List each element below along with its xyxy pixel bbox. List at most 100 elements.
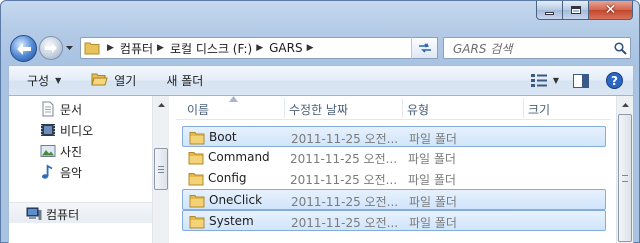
breadcrumb-arrow-icon[interactable]: ▶ bbox=[107, 43, 114, 53]
back-arrow-icon bbox=[16, 42, 31, 55]
forward-button[interactable] bbox=[39, 36, 63, 60]
column-divider[interactable] bbox=[284, 98, 285, 118]
folder-icon bbox=[189, 193, 205, 208]
folder-icon bbox=[188, 150, 204, 165]
video-icon bbox=[40, 122, 56, 138]
file-type: 파일 폴더 bbox=[408, 152, 456, 166]
file-row[interactable]: Config 2011-11-25 오전... 파일 폴더 bbox=[182, 168, 606, 189]
open-label: 열기 bbox=[114, 74, 137, 88]
command-bar: 구성 ▼ 열기 새 폴더 ▼ ? bbox=[8, 65, 634, 96]
help-icon: ? bbox=[606, 72, 623, 89]
column-name[interactable]: 이름 bbox=[187, 101, 209, 118]
preview-pane-button[interactable] bbox=[573, 73, 589, 88]
file-type: 파일 폴더 bbox=[409, 216, 457, 230]
new-folder-button[interactable]: 새 폴더 bbox=[166, 66, 203, 95]
music-icon bbox=[40, 164, 56, 180]
scrollbar-thumb[interactable] bbox=[154, 148, 168, 190]
folder-icon bbox=[81, 38, 103, 58]
file-row[interactable]: Command 2011-11-25 오전... 파일 폴더 bbox=[182, 147, 606, 168]
breadcrumb-gars[interactable]: GARS bbox=[269, 41, 302, 55]
file-date-modified: 2011-11-25 오전... bbox=[290, 152, 398, 166]
maximize-button[interactable] bbox=[563, 1, 589, 20]
toolbar-right: ▼ ? bbox=[530, 66, 633, 95]
breadcrumb-local-disk[interactable]: 로컬 디스크 (F:) bbox=[170, 40, 252, 57]
nav-item-music[interactable]: 음악 bbox=[9, 161, 152, 182]
column-header: 이름 수정한 날짜 유형 크기 bbox=[176, 96, 611, 120]
column-size[interactable]: 크기 bbox=[528, 101, 550, 118]
pane-splitter[interactable] bbox=[169, 96, 176, 243]
refresh-button[interactable] bbox=[411, 37, 438, 59]
explorer-window: ✕ ▶ 컴퓨터 ▶ 로컬 디스크 (F:) ▶ GARS ▶ GARS 검색 구… bbox=[0, 0, 640, 243]
file-row[interactable]: System 2011-11-25 오전... 파일 폴더 bbox=[182, 210, 606, 231]
view-icon bbox=[530, 73, 547, 87]
picture-icon bbox=[40, 143, 56, 159]
file-date-modified: 2011-11-25 오전... bbox=[291, 195, 399, 209]
nav-item-label: 사진 bbox=[60, 145, 83, 159]
scroll-up-button[interactable] bbox=[617, 96, 633, 113]
column-divider[interactable] bbox=[402, 98, 403, 118]
nav-item-pictures[interactable]: 사진 bbox=[9, 140, 152, 161]
breadcrumb-arrow-icon[interactable]: ▶ bbox=[307, 43, 314, 53]
file-list-scrollbar[interactable] bbox=[616, 96, 633, 243]
file-name: Config bbox=[208, 171, 247, 185]
preview-pane-icon bbox=[573, 73, 589, 88]
folder-icon bbox=[189, 130, 205, 145]
caption-buttons: ✕ bbox=[536, 1, 633, 21]
close-icon: ✕ bbox=[604, 2, 617, 18]
file-name: Boot bbox=[209, 130, 237, 144]
file-name: Command bbox=[208, 150, 270, 164]
chevron-up-icon bbox=[157, 102, 165, 107]
search-box[interactable]: GARS 검색 bbox=[443, 37, 631, 59]
nav-item-documents[interactable]: 문서 bbox=[9, 98, 152, 119]
breadcrumb-computer[interactable]: 컴퓨터 bbox=[120, 40, 153, 57]
breadcrumb-arrow-icon[interactable]: ▶ bbox=[157, 43, 164, 53]
close-button[interactable]: ✕ bbox=[589, 1, 633, 20]
column-type[interactable]: 유형 bbox=[407, 101, 429, 118]
grip-icon bbox=[158, 165, 164, 173]
nav-item-computer[interactable]: 컴퓨터 bbox=[9, 202, 152, 223]
file-type: 파일 폴더 bbox=[408, 173, 456, 187]
file-list: 이름 수정한 날짜 유형 크기 Boot 2011-11-25 오전... 파일 폴… bbox=[176, 96, 611, 243]
nav-item-label: 음악 bbox=[60, 166, 83, 180]
search-input[interactable]: GARS 검색 bbox=[444, 40, 610, 57]
folder-icon bbox=[188, 171, 204, 186]
file-type: 파일 폴더 bbox=[409, 195, 457, 209]
file-date-modified: 2011-11-25 오전... bbox=[291, 132, 399, 146]
address-bar[interactable]: ▶ 컴퓨터 ▶ 로컬 디스크 (F:) ▶ GARS ▶ bbox=[80, 37, 438, 59]
column-date-modified[interactable]: 수정한 날짜 bbox=[289, 101, 348, 118]
grip-icon bbox=[622, 174, 628, 182]
minimize-icon bbox=[545, 11, 554, 15]
open-folder-icon bbox=[91, 72, 108, 90]
help-button[interactable]: ? bbox=[606, 72, 623, 89]
file-row[interactable]: Boot 2011-11-25 오전... 파일 폴더 bbox=[182, 126, 606, 147]
chevron-down-icon: ▼ bbox=[55, 76, 62, 85]
minimize-button[interactable] bbox=[536, 1, 563, 20]
maximize-icon bbox=[570, 6, 581, 14]
search-icon[interactable] bbox=[610, 38, 630, 58]
back-button[interactable] bbox=[10, 35, 37, 62]
organize-button[interactable]: 구성 ▼ bbox=[27, 66, 61, 95]
file-type: 파일 폴더 bbox=[409, 132, 457, 146]
refresh-icon bbox=[418, 43, 431, 53]
column-divider[interactable] bbox=[523, 98, 524, 118]
file-row[interactable]: OneClick 2011-11-25 오전... 파일 폴더 bbox=[182, 189, 606, 210]
nav-item-videos[interactable]: 비디오 bbox=[9, 119, 152, 140]
navigation-pane: 문서 비디오 사진 음악 컴퓨터 bbox=[9, 96, 152, 243]
computer-icon bbox=[26, 206, 42, 222]
scrollbar-thumb[interactable] bbox=[618, 114, 632, 242]
file-date-modified: 2011-11-25 오전... bbox=[291, 216, 399, 230]
scroll-up-button[interactable] bbox=[153, 96, 169, 113]
file-name: OneClick bbox=[209, 193, 263, 207]
file-name: System bbox=[209, 214, 254, 228]
folder-icon bbox=[189, 214, 205, 229]
open-button[interactable]: 열기 bbox=[91, 66, 136, 95]
chevron-down-icon[interactable]: ▼ bbox=[553, 76, 559, 85]
svg-text:?: ? bbox=[611, 74, 618, 88]
organize-label: 구성 bbox=[27, 74, 50, 88]
breadcrumb-arrow-icon[interactable]: ▶ bbox=[256, 43, 263, 53]
nav-pane-scrollbar[interactable] bbox=[152, 96, 169, 243]
sort-ascending-icon bbox=[229, 96, 238, 102]
recent-pages-dropdown[interactable] bbox=[64, 43, 74, 53]
change-view-button[interactable]: ▼ bbox=[530, 73, 559, 88]
chevron-up-icon bbox=[621, 102, 629, 107]
